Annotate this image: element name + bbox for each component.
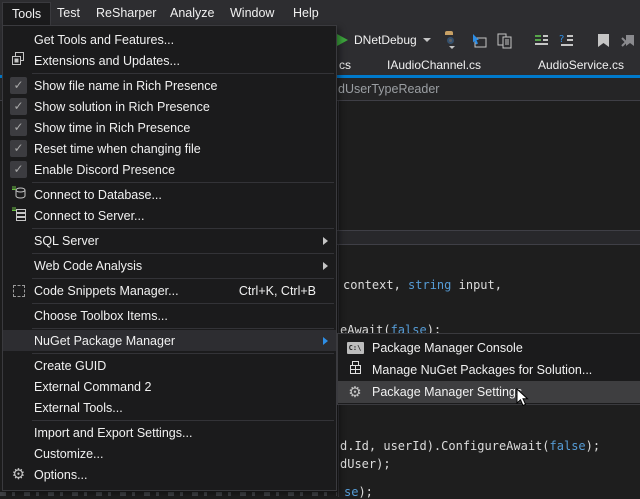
menu-item-import-export-settings[interactable]: Import and Export Settings... bbox=[3, 422, 336, 443]
menubar-item-test[interactable]: Test bbox=[48, 0, 89, 25]
connect-server-icon bbox=[11, 206, 27, 226]
menu-item-reset-time[interactable]: ✓Reset time when changing file bbox=[3, 138, 336, 159]
gear-icon: ⚙ bbox=[348, 385, 361, 400]
run-config-label[interactable]: DNetDebug bbox=[354, 33, 417, 47]
submenu-arrow-icon bbox=[323, 262, 328, 270]
code-snippets-icon bbox=[13, 285, 25, 297]
checkmark-icon: ✓ bbox=[10, 98, 27, 115]
menu-item-options[interactable]: ⚙Options... bbox=[3, 464, 336, 485]
menubar-label: Analyze bbox=[170, 6, 214, 20]
menu-separator bbox=[32, 182, 334, 183]
tab-audioservice[interactable]: AudioService.cs bbox=[538, 55, 624, 75]
clipped-code-text bbox=[0, 492, 337, 496]
menu-item-external-tools[interactable]: External Tools... bbox=[3, 397, 336, 418]
config-dropdown-caret[interactable] bbox=[423, 38, 431, 42]
menu-item-extensions[interactable]: Extensions and Updates... bbox=[3, 50, 336, 71]
menubar-label: Test bbox=[57, 6, 80, 20]
menu-bar: Tools Test ReSharper Analyze Window Help bbox=[0, 0, 640, 25]
tools-menu-dropdown: Get Tools and Features... Extensions and… bbox=[2, 25, 337, 491]
tab-label: AudioService.cs bbox=[538, 58, 624, 72]
tab-label: cs bbox=[339, 58, 351, 72]
magnifier-icon bbox=[447, 37, 454, 44]
tab-partial[interactable]: cs bbox=[339, 55, 351, 75]
menu-separator bbox=[32, 303, 334, 304]
menu-item-customize[interactable]: Customize... bbox=[3, 443, 336, 464]
menu-item-sql-server[interactable]: SQL Server bbox=[3, 230, 336, 251]
type-breadcrumb[interactable]: dUserTypeReader bbox=[338, 82, 439, 96]
menu-item-nuget-package-manager[interactable]: NuGet Package Manager bbox=[3, 330, 336, 351]
connect-database-icon bbox=[11, 185, 27, 205]
code-line: context, string input, bbox=[343, 278, 502, 292]
menubar-item-analyze[interactable]: Analyze bbox=[161, 0, 223, 25]
menubar-label: Window bbox=[230, 6, 274, 20]
menu-separator bbox=[32, 353, 334, 354]
submenu-item-manage-nuget-packages[interactable]: Manage NuGet Packages for Solution... bbox=[338, 359, 640, 381]
menubar-label: Tools bbox=[12, 7, 41, 21]
mouse-cursor bbox=[516, 388, 530, 413]
menu-item-connect-server[interactable]: Connect to Server... bbox=[3, 205, 336, 226]
menubar-item-help[interactable]: Help bbox=[284, 0, 328, 25]
menu-item-connect-database[interactable]: Connect to Database... bbox=[3, 184, 336, 205]
checkmark-icon: ✓ bbox=[10, 161, 27, 178]
shortcut-label: Ctrl+K, Ctrl+B bbox=[239, 284, 316, 298]
editor-margin-line bbox=[338, 101, 339, 497]
menu-separator bbox=[32, 228, 334, 229]
menu-item-external-command-2[interactable]: External Command 2 bbox=[3, 376, 336, 397]
menu-item-show-file-name[interactable]: ✓Show file name in Rich Presence bbox=[3, 75, 336, 96]
console-icon: C:\ bbox=[347, 342, 364, 354]
toggle-comment-icon[interactable]: ? bbox=[558, 32, 575, 49]
menu-separator bbox=[32, 328, 334, 329]
copy-lines-icon[interactable] bbox=[496, 32, 513, 49]
code-line: dUser); bbox=[340, 457, 391, 471]
format-indent-icon[interactable] bbox=[533, 32, 550, 49]
menu-separator bbox=[32, 278, 334, 279]
menubar-label: Help bbox=[293, 6, 319, 20]
find-dropdown-caret[interactable] bbox=[449, 46, 455, 49]
menubar-label: ReSharper bbox=[96, 6, 156, 20]
menu-separator bbox=[32, 420, 334, 421]
tab-label: IAudioChannel.cs bbox=[387, 58, 481, 72]
submenu-item-package-manager-console[interactable]: C:\ Package Manager Console bbox=[338, 337, 640, 359]
menu-item-show-solution[interactable]: ✓Show solution in Rich Presence bbox=[3, 96, 336, 117]
menu-separator bbox=[32, 73, 334, 74]
nuget-package-manager-submenu: C:\ Package Manager Console Manage NuGet… bbox=[337, 333, 640, 405]
svg-text:?: ? bbox=[559, 34, 564, 45]
code-line: d.Id, userId).ConfigureAwait(false); bbox=[340, 439, 600, 453]
menu-item-web-code-analysis[interactable]: Web Code Analysis bbox=[3, 255, 336, 276]
submenu-item-package-manager-settings[interactable]: ⚙ Package Manager Settings bbox=[338, 381, 640, 403]
editor-split-divider[interactable] bbox=[337, 230, 640, 245]
bookmark-icon[interactable] bbox=[595, 32, 612, 49]
navigate-to-icon[interactable] bbox=[471, 32, 488, 49]
menubar-item-resharper[interactable]: ReSharper bbox=[87, 0, 165, 25]
extensions-icon bbox=[11, 51, 26, 71]
menu-separator bbox=[32, 253, 334, 254]
next-bookmark-icon[interactable] bbox=[620, 32, 637, 49]
menu-item-create-guid[interactable]: Create GUID bbox=[3, 355, 336, 376]
checkmark-icon: ✓ bbox=[10, 119, 27, 136]
menubar-item-window[interactable]: Window bbox=[221, 0, 283, 25]
menu-item-show-time[interactable]: ✓Show time in Rich Presence bbox=[3, 117, 336, 138]
menubar-item-tools[interactable]: Tools bbox=[2, 2, 51, 25]
checkmark-icon: ✓ bbox=[10, 77, 27, 94]
menu-item-code-snippets[interactable]: Code Snippets Manager... Ctrl+K, Ctrl+B bbox=[3, 280, 336, 301]
standard-toolbar: DNetDebug ? bbox=[335, 25, 640, 55]
menu-item-get-tools[interactable]: Get Tools and Features... bbox=[3, 29, 336, 50]
gear-icon: ⚙ bbox=[12, 467, 25, 482]
checkmark-icon: ✓ bbox=[10, 140, 27, 157]
menu-item-enable-discord[interactable]: ✓Enable Discord Presence bbox=[3, 159, 336, 180]
menu-item-choose-toolbox[interactable]: Choose Toolbox Items... bbox=[3, 305, 336, 326]
run-play-icon[interactable] bbox=[337, 34, 348, 46]
submenu-arrow-icon bbox=[323, 237, 328, 245]
tab-iaudiochannel[interactable]: IAudioChannel.cs bbox=[387, 55, 481, 75]
nuget-package-icon bbox=[348, 360, 363, 380]
submenu-arrow-icon bbox=[323, 337, 328, 345]
